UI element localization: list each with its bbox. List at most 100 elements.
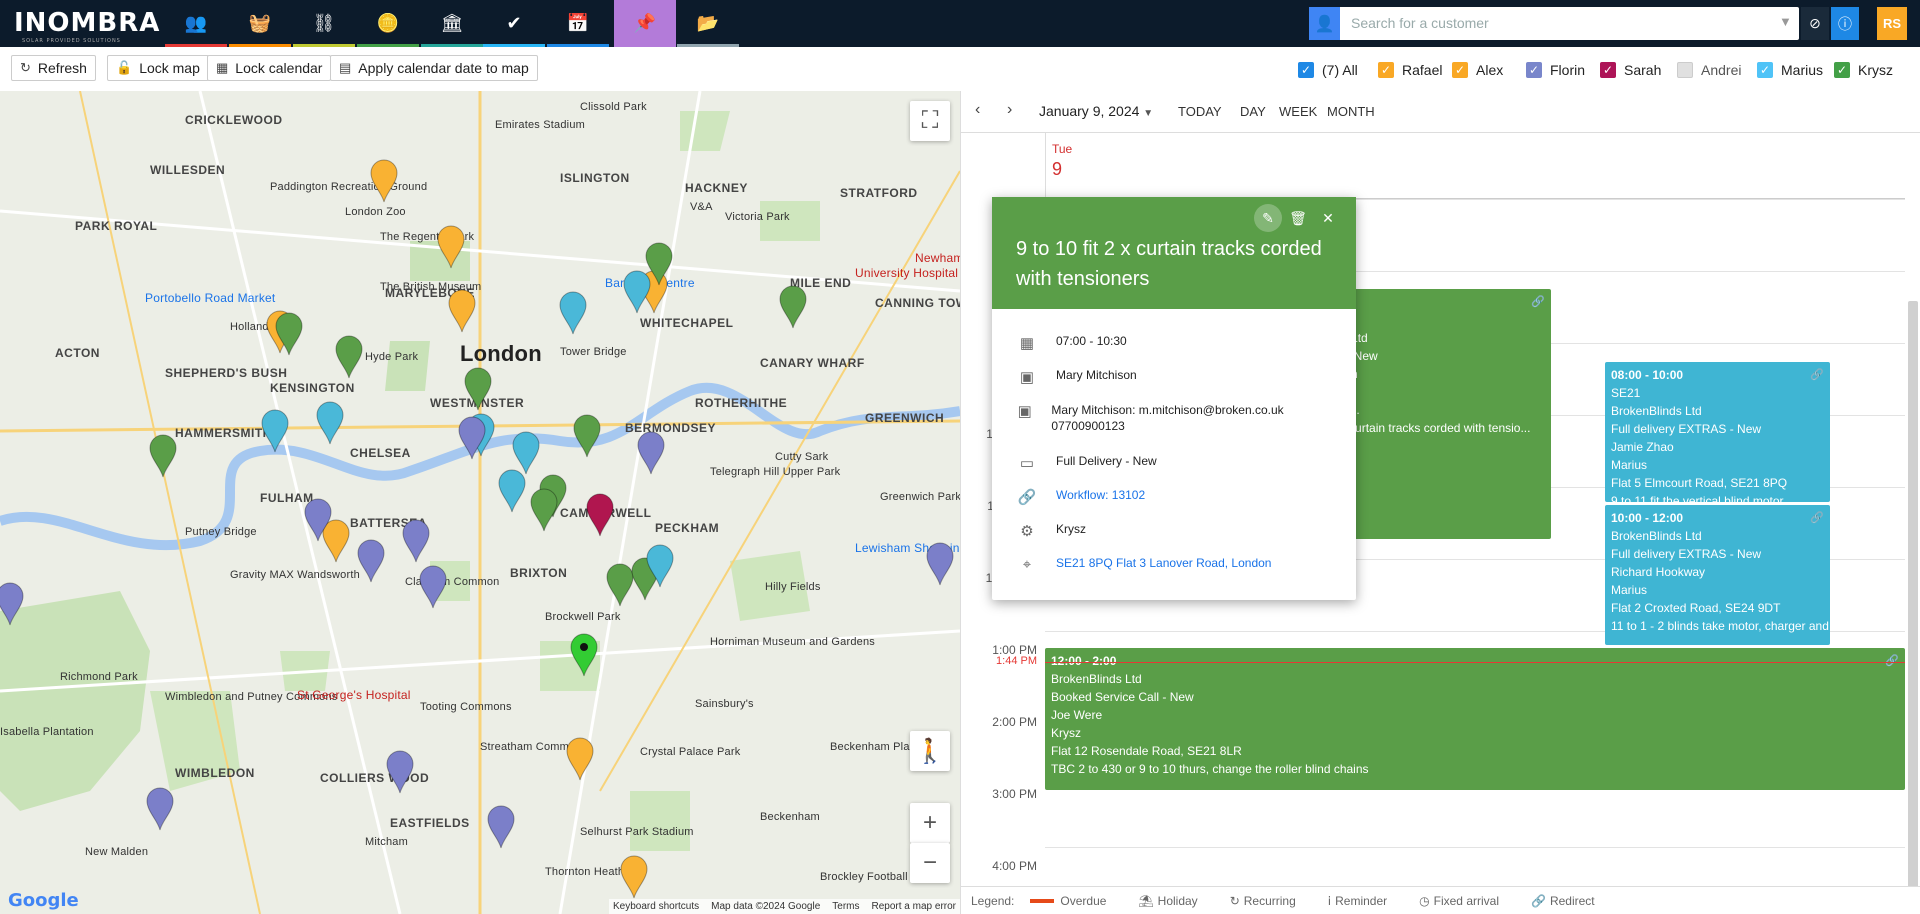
map-marker[interactable] bbox=[356, 539, 386, 583]
edit-icon[interactable]: ✎ bbox=[1254, 204, 1282, 232]
filter-marius[interactable]: ✓ Marius bbox=[1757, 61, 1823, 79]
checkbox[interactable]: ✓ bbox=[1452, 62, 1468, 78]
link-icon[interactable]: 🔗 bbox=[1531, 293, 1545, 311]
next-icon[interactable]: › bbox=[1007, 101, 1012, 119]
checkbox[interactable]: ✓ bbox=[1378, 62, 1394, 78]
chevron-down-icon[interactable]: ▼ bbox=[1779, 14, 1792, 29]
map-marker[interactable] bbox=[925, 542, 955, 586]
map-marker[interactable] bbox=[585, 493, 615, 537]
map-marker[interactable] bbox=[619, 855, 649, 899]
map-marker[interactable] bbox=[148, 434, 178, 478]
filter-sarah[interactable]: ✓ Sarah bbox=[1600, 61, 1661, 79]
street-view-icon[interactable]: 🚶 bbox=[910, 731, 950, 771]
calendar-event[interactable]: 10:00 - 12:00 BrokenBlinds Ltd Full delive… bbox=[1605, 505, 1830, 645]
filter-florin[interactable]: ✓ Florin bbox=[1526, 61, 1585, 79]
hide-icon[interactable]: ⊘ bbox=[1801, 7, 1829, 40]
calendar-event[interactable]: 12:00 - 2:00 BrokenBlinds Ltd Booked Servi… bbox=[1045, 648, 1905, 790]
map-marker[interactable] bbox=[369, 159, 399, 203]
map-marker[interactable] bbox=[260, 409, 290, 453]
popup-address-row[interactable]: ⌖ SE21 8PQ Flat 3 Lanover Road, London bbox=[1016, 556, 1272, 573]
checkbox[interactable] bbox=[1677, 62, 1693, 78]
filter-krysz[interactable]: ✓ Krysz bbox=[1834, 61, 1893, 79]
map-marker[interactable] bbox=[0, 582, 25, 626]
map-marker[interactable] bbox=[645, 544, 675, 588]
map-marker[interactable] bbox=[274, 312, 304, 356]
person-search-icon[interactable]: 👤 bbox=[1309, 7, 1340, 40]
search-input[interactable]: Search for a customer bbox=[1351, 15, 1489, 31]
map-marker[interactable] bbox=[385, 750, 415, 794]
map-marker[interactable] bbox=[569, 633, 599, 677]
map-footer-link[interactable]: Map data ©2024 Google bbox=[711, 901, 820, 912]
customer-search[interactable]: 👤 Search for a customer ▼ bbox=[1309, 7, 1799, 40]
close-icon[interactable]: ✕ bbox=[1314, 204, 1342, 232]
map-marker[interactable] bbox=[457, 416, 487, 460]
checkbox[interactable]: ✓ bbox=[1526, 62, 1542, 78]
nav-check-circle-button[interactable]: ✔ bbox=[483, 0, 545, 47]
event-line: BrokenBlinds Ltd bbox=[1051, 672, 1142, 686]
map-footer-link[interactable]: Keyboard shortcuts bbox=[613, 901, 699, 912]
zoom-in-button[interactable]: + bbox=[910, 803, 950, 843]
nav-pin-button[interactable]: 📌 bbox=[614, 0, 676, 47]
map-marker[interactable] bbox=[529, 488, 559, 532]
filter-alex[interactable]: ✓ Alex bbox=[1452, 61, 1503, 79]
nav-basket-button[interactable]: 🧺 bbox=[229, 0, 291, 47]
filter-rafael[interactable]: ✓ Rafael bbox=[1378, 61, 1442, 79]
nav-workflow-button[interactable]: ⛓ bbox=[293, 0, 355, 47]
map-marker[interactable] bbox=[334, 335, 364, 379]
view-day-button[interactable]: DAY bbox=[1240, 104, 1266, 119]
link-icon[interactable]: 🔗 bbox=[1885, 652, 1899, 670]
map-marker[interactable] bbox=[565, 737, 595, 781]
delete-icon[interactable]: 🗑 bbox=[1284, 204, 1312, 232]
lock-calendar-button[interactable]: ▦ Lock calendar bbox=[207, 55, 332, 81]
map-marker[interactable] bbox=[315, 401, 345, 445]
app-logo[interactable]: INOMBRA SOLAR PROVIDED SOLUTIONS bbox=[14, 8, 160, 44]
link-icon[interactable]: 🔗 bbox=[1810, 366, 1824, 384]
zoom-out-button[interactable]: − bbox=[910, 843, 950, 883]
nav-users-button[interactable]: 👥 bbox=[165, 0, 227, 47]
map-marker[interactable] bbox=[636, 431, 666, 475]
map-footer-link[interactable]: Report a map error bbox=[872, 901, 956, 912]
refresh-button[interactable]: ↻ Refresh bbox=[11, 55, 96, 81]
map-marker[interactable] bbox=[436, 225, 466, 269]
popup-workflow-row[interactable]: 🔗 Workflow: 13102 bbox=[1016, 488, 1146, 506]
checkbox[interactable]: ✓ bbox=[1834, 62, 1850, 78]
map-marker[interactable] bbox=[447, 289, 477, 333]
checkbox[interactable]: ✓ bbox=[1600, 62, 1616, 78]
calendar-event[interactable]: 08:00 - 10:00 SE21 BrokenBlinds Ltd Full de… bbox=[1605, 362, 1830, 502]
popup-workflow[interactable]: Workflow: 13102 bbox=[1056, 488, 1145, 502]
checkbox[interactable]: ✓ bbox=[1298, 62, 1314, 78]
map-marker[interactable] bbox=[497, 469, 527, 513]
nav-stack-button[interactable]: 🪙 bbox=[357, 0, 419, 47]
user-avatar[interactable]: RS bbox=[1877, 7, 1907, 40]
map-marker[interactable] bbox=[486, 805, 516, 849]
lock-map-button[interactable]: 🔓 Lock map bbox=[107, 55, 209, 81]
map-marker[interactable] bbox=[463, 367, 493, 411]
apply-date-button[interactable]: ▤ Apply calendar date to map bbox=[330, 55, 538, 81]
link-icon[interactable]: 🔗 bbox=[1810, 509, 1824, 527]
map-marker[interactable] bbox=[303, 498, 333, 542]
map-marker[interactable] bbox=[778, 285, 808, 329]
map-panel[interactable]: CRICKLEWOOD WILLESDEN PARK ROYAL ACTON HAMME… bbox=[0, 91, 960, 914]
info-icon[interactable]: ⓘ bbox=[1831, 7, 1859, 40]
popup-address[interactable]: SE21 8PQ Flat 3 Lanover Road, London bbox=[1056, 556, 1271, 570]
view-week-button[interactable]: WEEK bbox=[1279, 104, 1317, 119]
checkbox[interactable]: ✓ bbox=[1757, 62, 1773, 78]
map-marker[interactable] bbox=[145, 787, 175, 831]
map-footer-link[interactable]: Terms bbox=[832, 901, 859, 912]
fullscreen-icon[interactable]: ⛶ bbox=[910, 101, 950, 141]
filter-andrei[interactable]: Andrei bbox=[1677, 61, 1741, 79]
map-marker[interactable] bbox=[572, 414, 602, 458]
nav-folder-button[interactable]: 📂 bbox=[677, 0, 739, 47]
view-month-button[interactable]: MONTH bbox=[1327, 104, 1375, 119]
filter-all[interactable]: ✓ (7) All bbox=[1298, 61, 1358, 79]
map-marker[interactable] bbox=[401, 519, 431, 563]
nav-warehouse-button[interactable]: 🏛 bbox=[421, 0, 483, 47]
nav-calendar-button[interactable]: 📅 bbox=[547, 0, 609, 47]
map-marker[interactable] bbox=[622, 270, 652, 314]
map-marker[interactable] bbox=[558, 291, 588, 335]
map-marker[interactable] bbox=[418, 565, 448, 609]
date-picker[interactable]: January 9, 2024 ▼ bbox=[1039, 103, 1153, 119]
today-button[interactable]: TODAY bbox=[1178, 104, 1222, 119]
prev-icon[interactable]: ‹ bbox=[975, 101, 980, 119]
calendar-scrollbar[interactable] bbox=[1908, 301, 1918, 901]
